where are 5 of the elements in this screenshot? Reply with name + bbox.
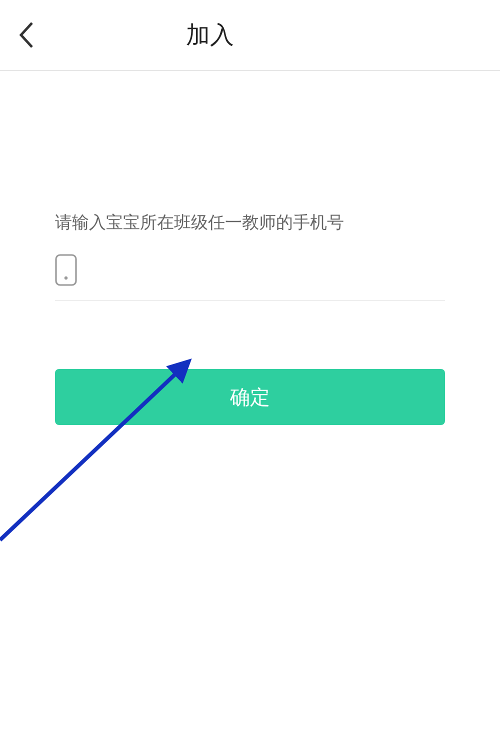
page-title: 加入 <box>186 20 234 51</box>
confirm-button[interactable]: 确定 <box>55 369 445 425</box>
phone-icon <box>55 254 77 286</box>
field-label: 请输入宝宝所在班级任一教师的手机号 <box>55 212 345 234</box>
back-icon <box>18 21 34 49</box>
